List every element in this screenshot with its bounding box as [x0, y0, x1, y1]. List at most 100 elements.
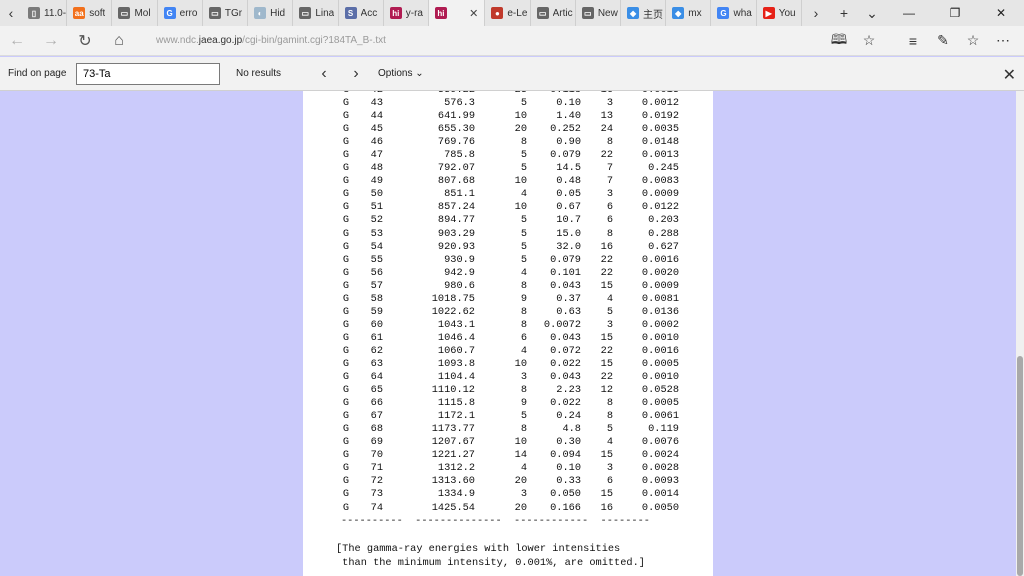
dose-value-cell: 0.0014: [641, 488, 679, 501]
tab-close-icon[interactable]: ✕: [469, 7, 478, 20]
intensity-uncertainty-cell: 6: [606, 475, 613, 488]
find-previous-icon[interactable]: ‹: [308, 65, 340, 83]
find-options-button[interactable]: Options ⌄: [378, 68, 424, 79]
reading-view-icon[interactable]: 🕮: [824, 29, 854, 53]
row-type-cell: G: [342, 318, 349, 331]
more-options-icon[interactable]: ⋯: [988, 32, 1018, 49]
share-icon[interactable]: ☆: [958, 32, 988, 49]
browser-tab[interactable]: Gwha: [711, 0, 757, 26]
page-scrollbar[interactable]: [1016, 91, 1024, 576]
row-type-cell: G: [342, 331, 349, 344]
row-type-cell: G: [342, 292, 349, 305]
favorite-star-icon[interactable]: ☆: [854, 32, 884, 49]
table-row: G 52 894.77 5 10.7 6 0.203: [303, 214, 679, 227]
energy-uncertainty-cell: 3: [520, 488, 527, 501]
row-type-cell: G: [342, 488, 349, 501]
row-type-cell: G: [342, 188, 349, 201]
browser-tab[interactable]: S Acc: [338, 0, 384, 26]
energy-uncertainty-cell: 8: [520, 423, 527, 436]
address-bar[interactable]: www.ndc.jaea.go.jp/cgi-bin/gamint.cgi?18…: [156, 35, 824, 46]
browser-tab[interactable]: ▭ New: [575, 0, 622, 26]
browser-tab[interactable]: ▭ TGr: [202, 0, 249, 26]
forward-arrow-icon[interactable]: →: [34, 32, 68, 50]
dose-value-cell: 0.0009: [641, 188, 679, 201]
energy-uncertainty-cell: 8: [520, 318, 527, 331]
url-prefix: www.ndc.: [156, 35, 199, 46]
intensity-cell: 1.40: [556, 110, 581, 123]
energy-cell: 1115.8: [437, 397, 475, 410]
new-tab-icon[interactable]: +: [830, 5, 858, 21]
intensity-cell: 0.022: [550, 357, 581, 370]
find-close-icon[interactable]: ✕: [1003, 65, 1016, 85]
back-arrow-icon[interactable]: ←: [0, 32, 34, 50]
scrollbar-thumb[interactable]: [1017, 356, 1023, 576]
table-row: G 59 1022.62 8 0.63 5 0.0136: [303, 306, 679, 319]
tab-scroll-left-icon[interactable]: ‹: [0, 0, 22, 26]
table-row: G 68 1173.77 8 4.8 5 0.119: [303, 423, 679, 436]
row-type-cell: G: [342, 423, 349, 436]
web-note-icon[interactable]: ✎: [928, 32, 958, 49]
table-row: G 43 576.3 5 0.10 3 0.0012: [303, 97, 679, 110]
energy-cell: 1425.54: [431, 501, 475, 514]
browser-tab[interactable]: Gerro: [157, 0, 203, 26]
tab-label: Hid: [270, 7, 286, 19]
energy-uncertainty-cell: 20: [514, 475, 527, 488]
refresh-icon[interactable]: ↻: [68, 31, 102, 51]
tab-favicon-icon: ▭: [299, 7, 312, 19]
row-type-cell: G: [342, 227, 349, 240]
row-type-cell: G: [342, 475, 349, 488]
energy-uncertainty-cell: 4: [520, 462, 527, 475]
energy-uncertainty-cell: 20: [514, 501, 527, 514]
dose-value-cell: 0.0061: [641, 410, 679, 423]
navigation-bar: ← → ↻ ⌂ www.ndc.jaea.go.jp/cgi-bin/gamin…: [0, 26, 1024, 56]
row-type-cell: G: [342, 253, 349, 266]
row-type-cell: G: [342, 110, 349, 123]
intensity-uncertainty-cell: 22: [600, 344, 613, 357]
browser-tab[interactable]: ▭ Lina: [293, 0, 339, 26]
browser-tab[interactable]: ▭ Artic: [530, 0, 576, 26]
energy-uncertainty-cell: 14: [514, 449, 527, 462]
row-index-cell: 66: [370, 397, 383, 410]
tab-label: wha: [733, 7, 752, 19]
energy-cell: 785.8: [444, 149, 475, 162]
browser-tab[interactable]: ▶ You: [756, 0, 802, 26]
tab-scroll-right-icon[interactable]: ›: [802, 5, 830, 21]
home-icon[interactable]: ⌂: [102, 32, 136, 50]
browser-tab[interactable]: ▭ Mol: [112, 0, 158, 26]
find-input[interactable]: [76, 62, 220, 85]
url-path: /cgi-bin/gamint.cgi?184TA_B-.txt: [242, 35, 386, 46]
minimize-icon[interactable]: —: [886, 6, 932, 20]
row-type-cell: G: [342, 397, 349, 410]
browser-tab[interactable]: ◆ mx: [666, 0, 712, 26]
tab-favicon-icon: ◐: [254, 7, 267, 19]
browser-tab[interactable]: ◆ 主页: [621, 0, 667, 26]
hub-menu-icon[interactable]: ≡: [898, 33, 928, 49]
browser-tab[interactable]: ◐ Hid: [248, 0, 294, 26]
row-index-cell: 54: [370, 240, 383, 253]
restore-icon[interactable]: ❐: [932, 6, 978, 20]
browser-tab[interactable]: ● e-Le: [485, 0, 531, 26]
energy-cell: 1312.2: [437, 462, 475, 475]
intensity-uncertainty-cell: 8: [606, 136, 613, 149]
row-index-cell: 74: [370, 501, 383, 514]
dose-value-cell: 0.119: [648, 423, 679, 436]
browser-tab[interactable]: hi y-ra: [383, 0, 429, 26]
intensity-cell: 0.10: [556, 97, 581, 110]
tab-label: e-Le: [507, 7, 528, 19]
row-index-cell: 63: [370, 357, 383, 370]
table-row: G 55 930.9 5 0.079 22 0.0016: [303, 254, 679, 267]
browser-tab[interactable]: aa soft: [67, 0, 113, 26]
browser-tab[interactable]: hi ✕: [428, 0, 486, 26]
url-domain: jaea.go.jp: [198, 35, 243, 46]
find-next-icon[interactable]: ›: [340, 65, 372, 83]
browser-tab[interactable]: ▯ 11.0-: [22, 0, 68, 26]
row-index-cell: 48: [370, 162, 383, 175]
row-type-cell: G: [342, 436, 349, 449]
close-window-icon[interactable]: ✕: [978, 6, 1024, 20]
row-type-cell: G: [342, 97, 349, 110]
intensity-uncertainty-cell: 15: [600, 449, 613, 462]
energy-uncertainty-cell: 5: [520, 253, 527, 266]
intensity-cell: 0.90: [556, 136, 581, 149]
table-row: G 50 851.1 4 0.05 3 0.0009: [303, 188, 679, 201]
tab-list-chevron-icon[interactable]: ⌄: [858, 5, 886, 22]
